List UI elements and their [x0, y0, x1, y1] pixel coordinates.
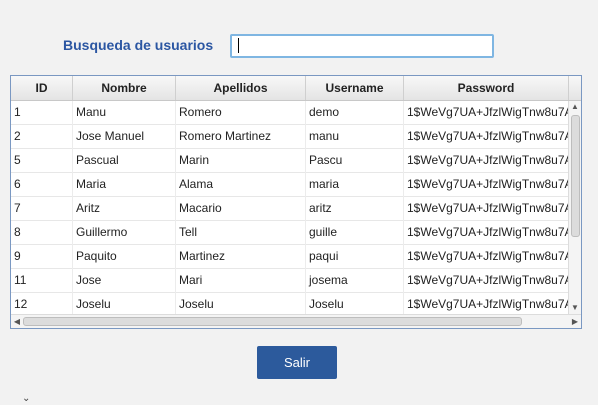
- cell-password: 1$WeVg7UA+JfzlWigTnw8u7A: [404, 269, 569, 293]
- horizontal-scrollbar[interactable]: ◀ ▶: [11, 314, 581, 328]
- cell-username: maria: [306, 173, 404, 197]
- cell-password: 1$WeVg7UA+JfzlWigTnw8u7A: [404, 197, 569, 221]
- horizontal-scroll-thumb[interactable]: [23, 317, 522, 326]
- column-header-nombre[interactable]: Nombre: [73, 76, 176, 100]
- exit-button[interactable]: Salir: [257, 346, 337, 379]
- table-row[interactable]: 2 Jose Manuel Romero Martinez manu 1$WeV…: [11, 125, 569, 149]
- cell-username: Pascu: [306, 149, 404, 173]
- cell-password: 1$WeVg7UA+JfzlWigTnw8u7A: [404, 101, 569, 125]
- vertical-scroll-thumb[interactable]: [571, 115, 580, 237]
- cell-apellidos: Marin: [176, 149, 306, 173]
- table-row[interactable]: 1 Manu Romero demo 1$WeVg7UA+JfzlWigTnw8…: [11, 101, 569, 125]
- text-caret: [238, 38, 239, 53]
- column-header-id[interactable]: ID: [11, 76, 73, 100]
- table-row[interactable]: 12 Joselu Joselu Joselu 1$WeVg7UA+JfzlWi…: [11, 293, 569, 314]
- vertical-scrollbar[interactable]: ▲ ▼: [568, 101, 581, 314]
- cell-password: 1$WeVg7UA+JfzlWigTnw8u7A: [404, 245, 569, 269]
- cell-nombre: Manu: [73, 101, 176, 125]
- search-input[interactable]: [230, 34, 494, 58]
- cell-password: 1$WeVg7UA+JfzlWigTnw8u7A: [404, 221, 569, 245]
- cell-username: aritz: [306, 197, 404, 221]
- cell-apellidos: Romero Martinez: [176, 125, 306, 149]
- table-row[interactable]: 6 Maria Alama maria 1$WeVg7UA+JfzlWigTnw…: [11, 173, 569, 197]
- chevron-up-icon[interactable]: ▲: [569, 101, 581, 113]
- cell-id: 2: [11, 125, 73, 149]
- column-header-username[interactable]: Username: [306, 76, 404, 100]
- cell-apellidos: Mari: [176, 269, 306, 293]
- table-row[interactable]: 5 Pascual Marin Pascu 1$WeVg7UA+JfzlWigT…: [11, 149, 569, 173]
- cell-nombre: Jose Manuel: [73, 125, 176, 149]
- cell-apellidos: Macario: [176, 197, 306, 221]
- cell-username: Joselu: [306, 293, 404, 314]
- cell-id: 1: [11, 101, 73, 125]
- cell-id: 6: [11, 173, 73, 197]
- chevron-right-icon[interactable]: ▶: [569, 315, 581, 328]
- column-header-apellidos[interactable]: Apellidos: [176, 76, 306, 100]
- cell-nombre: Jose: [73, 269, 176, 293]
- table-row[interactable]: 7 Aritz Macario aritz 1$WeVg7UA+JfzlWigT…: [11, 197, 569, 221]
- cell-nombre: Paquito: [73, 245, 176, 269]
- cell-apellidos: Joselu: [176, 293, 306, 314]
- table-row[interactable]: 8 Guillermo Tell guille 1$WeVg7UA+JfzlWi…: [11, 221, 569, 245]
- cell-id: 11: [11, 269, 73, 293]
- user-search-window: Busqueda de usuarios ID Nombre Apellidos…: [0, 0, 598, 405]
- cell-nombre: Aritz: [73, 197, 176, 221]
- cell-id: 7: [11, 197, 73, 221]
- search-label: Busqueda de usuarios: [63, 37, 214, 53]
- cell-username: manu: [306, 125, 404, 149]
- table-header: ID Nombre Apellidos Username Password: [11, 76, 581, 101]
- cell-apellidos: Romero: [176, 101, 306, 125]
- cell-password: 1$WeVg7UA+JfzlWigTnw8u7A: [404, 173, 569, 197]
- cell-password: 1$WeVg7UA+JfzlWigTnw8u7A: [404, 293, 569, 314]
- table-row[interactable]: 11 Jose Mari josema 1$WeVg7UA+JfzlWigTnw…: [11, 269, 569, 293]
- users-table[interactable]: ID Nombre Apellidos Username Password 1 …: [10, 75, 582, 329]
- cell-nombre: Guillermo: [73, 221, 176, 245]
- cell-username: paqui: [306, 245, 404, 269]
- cell-username: demo: [306, 101, 404, 125]
- cell-apellidos: Alama: [176, 173, 306, 197]
- resize-mark-icon: ⌄: [22, 393, 31, 404]
- chevron-left-icon[interactable]: ◀: [11, 315, 23, 328]
- cell-id: 8: [11, 221, 73, 245]
- cell-username: guille: [306, 221, 404, 245]
- cell-apellidos: Martinez: [176, 245, 306, 269]
- cell-nombre: Pascual: [73, 149, 176, 173]
- cell-password: 1$WeVg7UA+JfzlWigTnw8u7A: [404, 149, 569, 173]
- cell-id: 12: [11, 293, 73, 314]
- cell-id: 9: [11, 245, 73, 269]
- cell-apellidos: Tell: [176, 221, 306, 245]
- column-header-password[interactable]: Password: [404, 76, 569, 100]
- table-body: 1 Manu Romero demo 1$WeVg7UA+JfzlWigTnw8…: [11, 101, 569, 314]
- chevron-down-icon[interactable]: ▼: [569, 302, 581, 314]
- cell-nombre: Joselu: [73, 293, 176, 314]
- table-row[interactable]: 9 Paquito Martinez paqui 1$WeVg7UA+JfzlW…: [11, 245, 569, 269]
- cell-id: 5: [11, 149, 73, 173]
- cell-nombre: Maria: [73, 173, 176, 197]
- cell-username: josema: [306, 269, 404, 293]
- cell-password: 1$WeVg7UA+JfzlWigTnw8u7A: [404, 125, 569, 149]
